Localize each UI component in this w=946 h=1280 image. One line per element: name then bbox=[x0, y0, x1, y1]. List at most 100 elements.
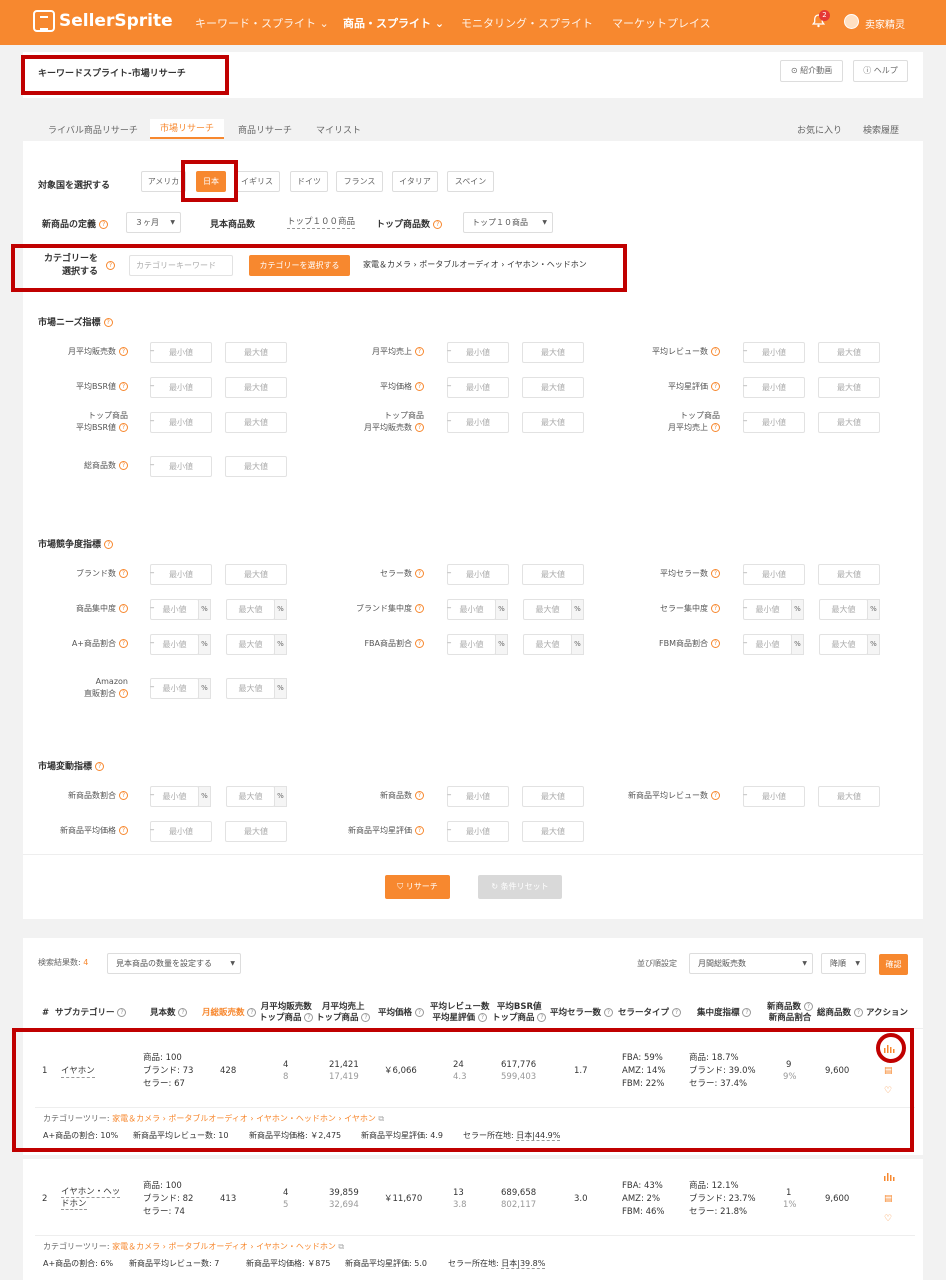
max-input[interactable]: 最大値 bbox=[225, 456, 287, 477]
min-input[interactable]: 最小値 bbox=[150, 456, 212, 477]
help-icon[interactable]: ? bbox=[711, 791, 720, 800]
tab-market-research[interactable]: 市場リサーチ bbox=[150, 119, 225, 139]
max-input[interactable]: 最大値 bbox=[226, 634, 275, 655]
max-input[interactable]: 最大値 bbox=[225, 342, 287, 363]
min-input[interactable]: 最小値 bbox=[743, 634, 792, 655]
country-spain[interactable]: スペイン bbox=[447, 171, 494, 192]
country-germany[interactable]: ドイツ bbox=[290, 171, 328, 192]
help-button[interactable]: ⓘ ヘルプ bbox=[853, 60, 908, 82]
help-icon[interactable]: ? bbox=[361, 1013, 371, 1022]
help-icon[interactable]: ? bbox=[415, 791, 424, 800]
sellersprite-logo[interactable]: SellerSprite bbox=[33, 10, 173, 32]
select-category-button[interactable]: カテゴリーを選択する bbox=[249, 255, 350, 276]
tab-rival-research[interactable]: ライバル商品リサーチ bbox=[48, 123, 138, 136]
tab-my-list[interactable]: マイリスト bbox=[316, 123, 361, 136]
order-select[interactable]: 降順 ▼ bbox=[821, 953, 866, 974]
max-input[interactable]: 最大値 bbox=[226, 786, 275, 807]
min-input[interactable]: 最小値 bbox=[447, 412, 509, 433]
help-icon[interactable]: ? bbox=[95, 762, 105, 771]
max-input[interactable]: 最大値 bbox=[522, 377, 584, 398]
help-icon[interactable]: ? bbox=[119, 689, 128, 698]
max-input[interactable]: 最大値 bbox=[522, 342, 584, 363]
max-input[interactable]: 最大値 bbox=[818, 786, 880, 807]
min-input[interactable]: 最小値 bbox=[743, 342, 805, 363]
max-input[interactable]: 最大値 bbox=[522, 821, 584, 842]
min-input[interactable]: 最小値 bbox=[447, 599, 496, 620]
nav-marketplace[interactable]: マーケットプレイス bbox=[612, 15, 711, 31]
help-icon[interactable]: ? bbox=[117, 1008, 127, 1017]
seller-location-value[interactable]: 日本|39.8% bbox=[501, 1259, 546, 1269]
help-icon[interactable]: ? bbox=[742, 1008, 752, 1017]
reset-button[interactable]: ↻ 条件リセット bbox=[478, 875, 562, 899]
help-icon[interactable]: ? bbox=[119, 826, 128, 835]
heart-icon[interactable]: ♡ bbox=[884, 1214, 892, 1224]
country-japan[interactable]: 日本 bbox=[196, 171, 226, 192]
help-icon[interactable]: ? bbox=[415, 604, 424, 613]
help-icon[interactable]: ? bbox=[415, 347, 424, 356]
category-keyword-input[interactable]: カテゴリーキーワード bbox=[129, 255, 233, 276]
sort-select[interactable]: 月間総販売数 ▼ bbox=[689, 953, 813, 974]
min-input[interactable]: 最小値 bbox=[150, 821, 212, 842]
min-input[interactable]: 最小値 bbox=[447, 377, 509, 398]
help-icon[interactable]: ? bbox=[119, 569, 128, 578]
subcategory-link[interactable]: イヤホン・ヘッ ドホン bbox=[61, 1186, 121, 1210]
help-icon[interactable]: ? bbox=[478, 1013, 487, 1022]
help-icon[interactable]: ? bbox=[537, 1013, 547, 1022]
max-input[interactable]: 最大値 bbox=[225, 821, 287, 842]
confirm-button[interactable]: 確認 bbox=[879, 954, 908, 975]
max-input[interactable]: 最大値 bbox=[523, 599, 572, 620]
max-input[interactable]: 最大値 bbox=[818, 377, 880, 398]
country-france[interactable]: フランス bbox=[336, 171, 383, 192]
min-input[interactable]: 最小値 bbox=[150, 599, 199, 620]
intro-video-button[interactable]: ⊙ 紹介動画 bbox=[780, 60, 843, 82]
min-input[interactable]: 最小値 bbox=[150, 377, 212, 398]
document-icon[interactable]: ▤ bbox=[884, 1194, 893, 1204]
username[interactable]: 卖家精灵 bbox=[865, 16, 905, 31]
nav-product-sprite[interactable]: 商品・スプライト ⌄ bbox=[343, 15, 444, 31]
bar-chart-icon[interactable] bbox=[884, 1172, 895, 1184]
min-input[interactable]: 最小値 bbox=[447, 786, 509, 807]
max-input[interactable]: 最大値 bbox=[225, 412, 287, 433]
help-icon[interactable]: ? bbox=[99, 220, 109, 229]
help-icon[interactable]: ? bbox=[415, 423, 424, 432]
sample-count-select[interactable]: 見本商品の数量を設定する ▼ bbox=[107, 953, 241, 974]
help-icon[interactable]: ? bbox=[803, 1002, 813, 1011]
help-icon[interactable]: ? bbox=[711, 604, 720, 613]
min-input[interactable]: 最小値 bbox=[150, 564, 212, 585]
help-icon[interactable]: ? bbox=[119, 382, 128, 391]
max-input[interactable]: 最大値 bbox=[819, 599, 868, 620]
min-input[interactable]: 最小値 bbox=[447, 634, 496, 655]
avatar[interactable] bbox=[844, 14, 859, 29]
help-icon[interactable]: ? bbox=[104, 540, 114, 549]
help-icon[interactable]: ? bbox=[119, 347, 128, 356]
top-products-select[interactable]: トップ１０商品 ▼ bbox=[463, 212, 553, 233]
new-product-select[interactable]: ３ヶ月 ▼ bbox=[126, 212, 181, 233]
max-input[interactable]: 最大値 bbox=[522, 412, 584, 433]
max-input[interactable]: 最大値 bbox=[818, 342, 880, 363]
help-icon[interactable]: ? bbox=[433, 220, 443, 229]
max-input[interactable]: 最大値 bbox=[818, 412, 880, 433]
max-input[interactable]: 最大値 bbox=[225, 564, 287, 585]
category-tree-path[interactable]: 家電＆カメラ › ポータブルオーディオ › イヤホン・ヘッドホン bbox=[112, 1242, 336, 1251]
max-input[interactable]: 最大値 bbox=[225, 377, 287, 398]
max-input[interactable]: 最大値 bbox=[226, 678, 275, 699]
subcategory-link[interactable]: イヤホン bbox=[61, 1065, 95, 1078]
min-input[interactable]: 最小値 bbox=[150, 412, 212, 433]
external-link-icon[interactable]: ⧉ bbox=[376, 1114, 384, 1123]
min-input[interactable]: 最小値 bbox=[743, 412, 805, 433]
max-input[interactable]: 最大値 bbox=[226, 599, 275, 620]
max-input[interactable]: 最大値 bbox=[523, 634, 572, 655]
help-icon[interactable]: ? bbox=[711, 639, 720, 648]
help-icon[interactable]: ? bbox=[711, 569, 720, 578]
help-icon[interactable]: ? bbox=[304, 1013, 314, 1022]
min-input[interactable]: 最小値 bbox=[150, 634, 199, 655]
help-icon[interactable]: ? bbox=[415, 569, 424, 578]
tab-product-research[interactable]: 商品リサーチ bbox=[238, 123, 292, 136]
help-icon[interactable]: ? bbox=[414, 1008, 424, 1017]
nav-monitoring-sprite[interactable]: モニタリング・スプライト bbox=[461, 15, 593, 31]
help-icon[interactable]: ? bbox=[603, 1008, 613, 1017]
min-input[interactable]: 最小値 bbox=[150, 678, 199, 699]
help-icon[interactable]: ? bbox=[178, 1008, 188, 1017]
min-input[interactable]: 最小値 bbox=[743, 564, 805, 585]
col-monthly-sales[interactable]: 月総販売数 ? bbox=[202, 1008, 257, 1019]
